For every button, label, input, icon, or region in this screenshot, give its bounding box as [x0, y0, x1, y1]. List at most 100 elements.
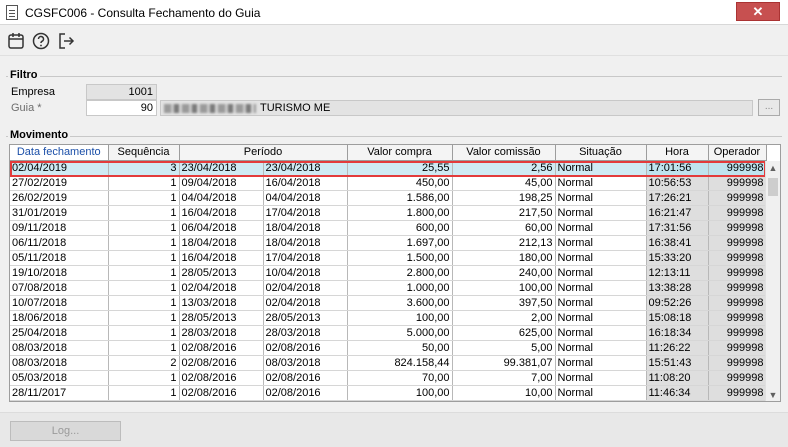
cell-valor-comissao: 7,00 [452, 370, 556, 386]
cell-data-fechamento: 27/02/2019 [10, 175, 109, 191]
cell-situacao: Normal [555, 310, 647, 326]
cell-valor-comissao: 198,25 [452, 190, 556, 206]
footer-bar: Log... [0, 412, 788, 447]
cell-valor-compra: 1.697,00 [347, 235, 453, 251]
col-operador[interactable]: Operador [708, 145, 767, 161]
scroll-thumb[interactable] [768, 178, 778, 196]
cell-periodo-fim: 18/04/2018 [263, 220, 348, 236]
toolbar [0, 26, 788, 56]
cell-situacao: Normal [555, 355, 647, 371]
cell-situacao: Normal [555, 160, 647, 176]
cell-periodo-inicio: 04/04/2018 [179, 190, 264, 206]
cell-valor-comissao: 180,00 [452, 250, 556, 266]
col-valor-compra[interactable]: Valor compra [347, 145, 453, 161]
cell-periodo-fim: 02/08/2016 [263, 385, 348, 401]
cell-valor-compra: 1.800,00 [347, 205, 453, 221]
guia-name-text: TURISMO ME [260, 102, 331, 114]
table-row[interactable]: 28/11/2017 1 02/08/2016 02/08/2016 100,00 10,… [10, 385, 767, 401]
col-sequencia[interactable]: Sequência [108, 145, 180, 161]
scroll-down-arrow-icon[interactable]: ▼ [766, 388, 780, 401]
cell-periodo-fim: 28/05/2013 [263, 310, 348, 326]
table-row[interactable]: 10/07/2018 1 13/03/2018 02/04/2018 3.600,00 3… [10, 295, 767, 311]
table-row[interactable]: 02/04/2019 3 23/04/2018 23/04/2018 25,55 2,56… [10, 160, 767, 176]
cell-hora: 16:18:34 [646, 325, 709, 341]
cell-valor-compra: 5.000,00 [347, 325, 453, 341]
cell-data-fechamento: 10/07/2018 [10, 295, 109, 311]
col-data-fechamento[interactable]: Data fechamento [10, 145, 109, 161]
cell-valor-comissao: 45,00 [452, 175, 556, 191]
cell-data-fechamento: 19/10/2018 [10, 265, 109, 281]
guia-lookup-button[interactable]: ... [758, 99, 780, 116]
cell-data-fechamento: 18/06/2018 [10, 310, 109, 326]
close-button[interactable]: ✕ [736, 2, 780, 21]
cell-hora: 09:52:26 [646, 295, 709, 311]
col-valor-comissao[interactable]: Valor comissão [452, 145, 556, 161]
cell-sequencia: 1 [108, 325, 180, 341]
scroll-up-arrow-icon[interactable]: ▲ [766, 161, 780, 175]
vertical-scrollbar[interactable]: ▲ ▼ [765, 161, 780, 401]
cell-hora: 15:51:43 [646, 355, 709, 371]
cell-periodo-inicio: 28/03/2018 [179, 325, 264, 341]
cell-valor-comissao: 625,00 [452, 325, 556, 341]
table-row[interactable]: 05/03/2018 1 02/08/2016 02/08/2016 70,00 7,00… [10, 370, 767, 386]
calendar-icon[interactable] [6, 31, 26, 51]
table-row[interactable]: 08/03/2018 2 02/08/2016 08/03/2018 824.158,4… [10, 355, 767, 371]
col-hora[interactable]: Hora [646, 145, 709, 161]
cell-hora: 17:26:21 [646, 190, 709, 206]
cell-periodo-fim: 02/04/2018 [263, 280, 348, 296]
cell-operador: 999998 [708, 325, 767, 341]
cell-data-fechamento: 05/11/2018 [10, 250, 109, 266]
cell-periodo-fim: 17/04/2018 [263, 250, 348, 266]
table-row[interactable]: 06/11/2018 1 18/04/2018 18/04/2018 1.697,00 2… [10, 235, 767, 251]
cell-situacao: Normal [555, 205, 647, 221]
table-row[interactable]: 27/02/2019 1 09/04/2018 16/04/2018 450,00 45,… [10, 175, 767, 191]
log-button[interactable]: Log... [10, 421, 121, 441]
cell-sequencia: 1 [108, 235, 180, 251]
cell-data-fechamento: 08/03/2018 [10, 355, 109, 371]
cell-data-fechamento: 09/11/2018 [10, 220, 109, 236]
cell-valor-comissao: 10,00 [452, 385, 556, 401]
cell-hora: 17:31:56 [646, 220, 709, 236]
col-situacao[interactable]: Situação [555, 145, 647, 161]
table-row[interactable]: 09/11/2018 1 06/04/2018 18/04/2018 600,00 60,… [10, 220, 767, 236]
cell-operador: 999998 [708, 340, 767, 356]
help-icon[interactable] [31, 31, 51, 51]
table-row[interactable]: 08/03/2018 1 02/08/2016 02/08/2016 50,00 5,00… [10, 340, 767, 356]
movimento-grid[interactable]: Data fechamento Sequência Período Valor … [9, 144, 781, 402]
exit-icon[interactable] [56, 31, 76, 51]
table-row[interactable]: 18/06/2018 1 28/05/2013 28/05/2013 100,00 2,0… [10, 310, 767, 326]
cell-periodo-inicio: 18/04/2018 [179, 235, 264, 251]
cell-valor-comissao: 5,00 [452, 340, 556, 356]
table-row[interactable]: 31/01/2019 1 16/04/2018 17/04/2018 1.800,00 2… [10, 205, 767, 221]
cell-sequencia: 1 [108, 265, 180, 281]
cell-sequencia: 1 [108, 220, 180, 236]
cell-situacao: Normal [555, 220, 647, 236]
guia-label: Guia * [11, 102, 42, 114]
cell-hora: 11:26:22 [646, 340, 709, 356]
empresa-field[interactable]: 1001 [86, 84, 157, 100]
guia-name-field[interactable]: TURISMO ME [160, 100, 753, 116]
table-row[interactable]: 05/11/2018 1 16/04/2018 17/04/2018 1.500,00 1… [10, 250, 767, 266]
cell-hora: 12:13:11 [646, 265, 709, 281]
cell-periodo-fim: 02/08/2016 [263, 340, 348, 356]
cell-periodo-inicio: 28/05/2013 [179, 310, 264, 326]
cell-hora: 16:21:47 [646, 205, 709, 221]
cell-periodo-fim: 28/03/2018 [263, 325, 348, 341]
cell-periodo-inicio: 28/05/2013 [179, 265, 264, 281]
table-row[interactable]: 07/08/2018 1 02/04/2018 02/04/2018 1.000,00 1… [10, 280, 767, 296]
cell-data-fechamento: 25/04/2018 [10, 325, 109, 341]
cell-data-fechamento: 28/11/2017 [10, 385, 109, 401]
cell-hora: 15:08:18 [646, 310, 709, 326]
title-bar: CGSFC006 - Consulta Fechamento do Guia ✕ [0, 0, 788, 25]
cell-periodo-inicio: 16/04/2018 [179, 205, 264, 221]
table-row[interactable]: 26/02/2019 1 04/04/2018 04/04/2018 1.586,00 1… [10, 190, 767, 206]
guia-field[interactable]: 90 [86, 100, 157, 116]
cell-sequencia: 1 [108, 190, 180, 206]
window-title: CGSFC006 - Consulta Fechamento do Guia [25, 6, 261, 20]
cell-periodo-inicio: 09/04/2018 [179, 175, 264, 191]
filtro-legend: Filtro [8, 69, 40, 81]
col-periodo[interactable]: Período [179, 145, 348, 161]
table-row[interactable]: 25/04/2018 1 28/03/2018 28/03/2018 5.000,00 6… [10, 325, 767, 341]
cell-operador: 999998 [708, 355, 767, 371]
table-row[interactable]: 19/10/2018 1 28/05/2013 10/04/2018 2.800,00 2… [10, 265, 767, 281]
